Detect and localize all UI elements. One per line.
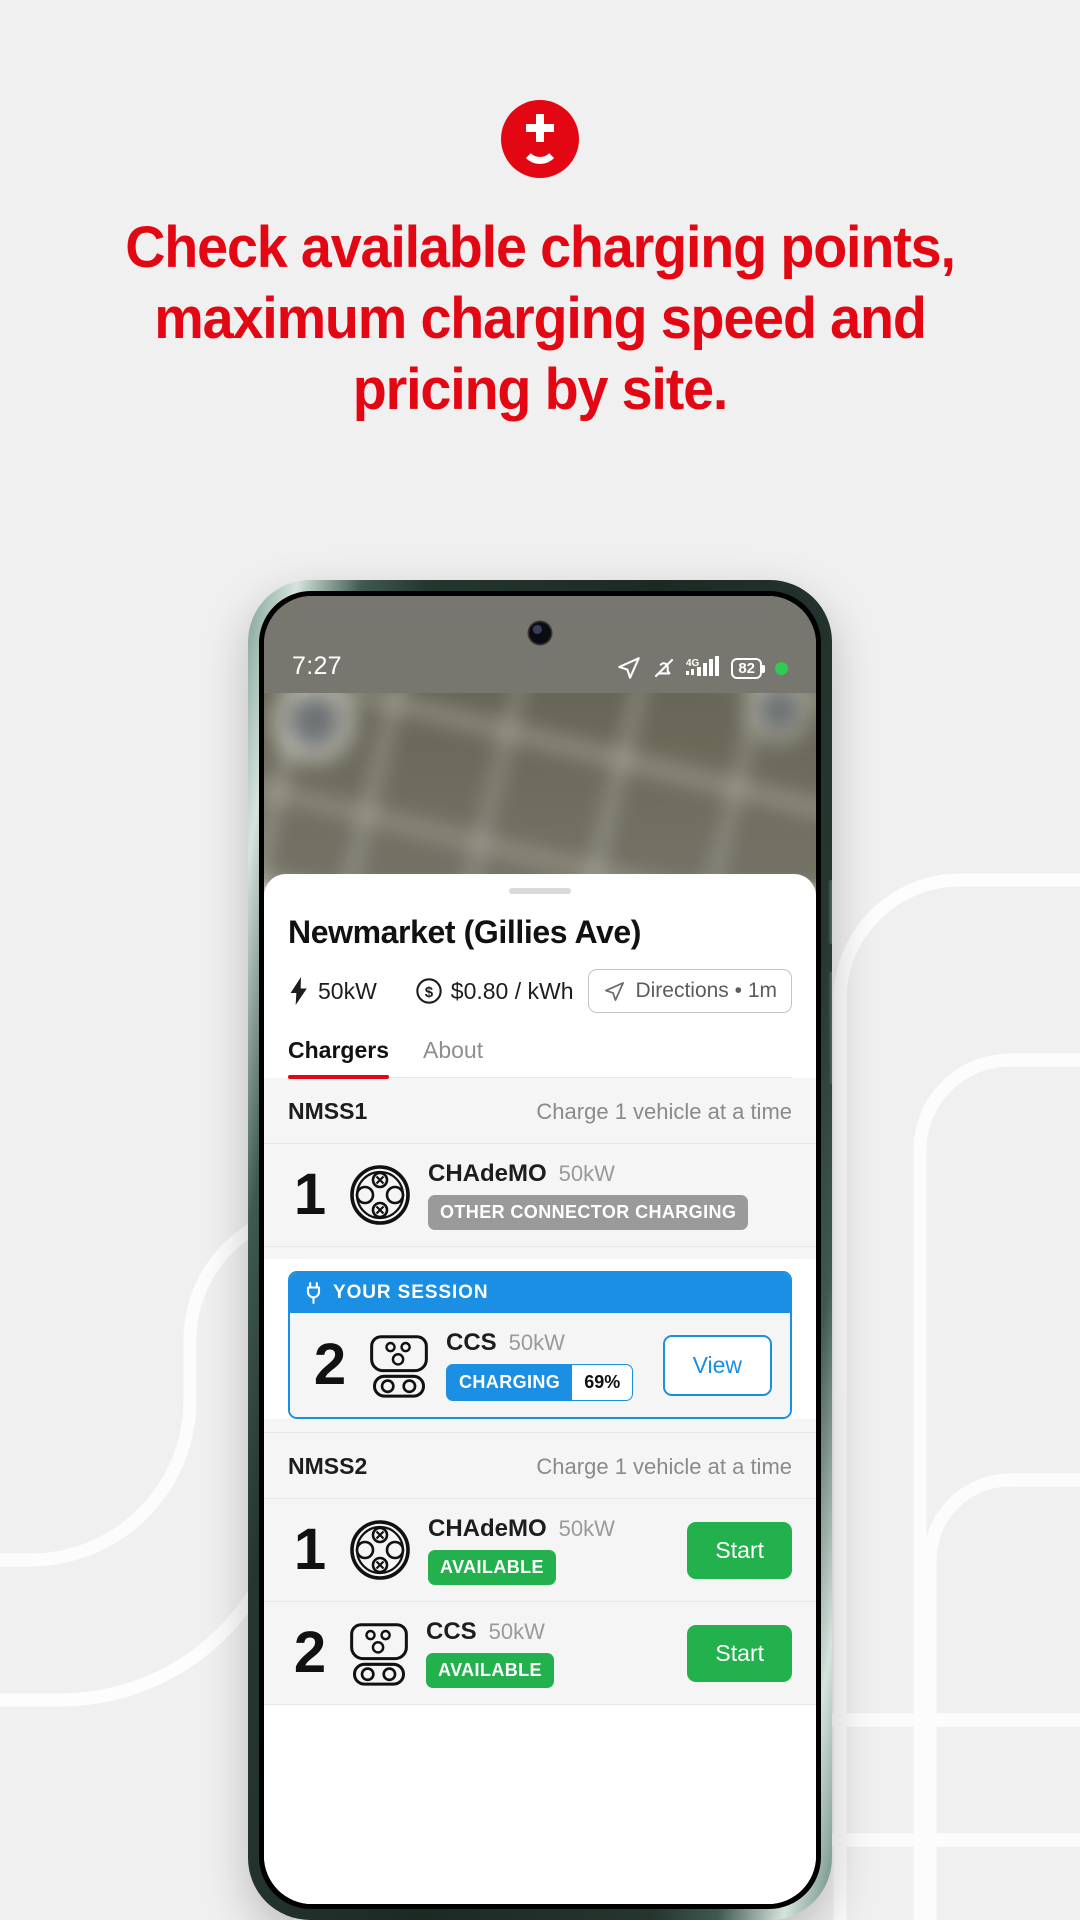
charger-title-line: CHAdeMO 50kW bbox=[428, 1515, 671, 1543]
dollar-circle-icon: $ bbox=[416, 978, 442, 1004]
page-headline: Check available charging points, maximum… bbox=[22, 212, 1059, 425]
headline-line-2: maximum charging speed and bbox=[154, 286, 927, 351]
directions-label: Directions • 1m bbox=[635, 979, 777, 1002]
session-charger-number: 2 bbox=[313, 1332, 347, 1397]
tab-chargers[interactable]: Chargers bbox=[288, 1037, 389, 1079]
charger-row[interactable]: 2 CCS 50kW AVAILABLE Start bbox=[264, 1602, 816, 1705]
connector-power: 50kW bbox=[558, 1516, 615, 1541]
status-icon-group: 4G 82 bbox=[616, 655, 788, 681]
view-session-button[interactable]: View bbox=[662, 1334, 772, 1396]
site-detail-sheet: Newmarket (Gillies Ave) 50kW $ $0.80 / k… bbox=[264, 874, 816, 1904]
charger-title-line: CHAdeMO 50kW bbox=[428, 1160, 792, 1188]
your-session-card[interactable]: YOUR SESSION 2 CCS 50kW CHARGING 69% Vie… bbox=[288, 1271, 792, 1419]
charger-row[interactable]: 1 CHAdeMO 50kW bbox=[264, 1499, 816, 1602]
logo-plus-horizontal bbox=[526, 124, 554, 132]
section-header-nmss2: NMSS2 Charge 1 vehicle at a time bbox=[264, 1433, 816, 1499]
session-top-spacer bbox=[264, 1247, 816, 1259]
headline-line-1: Check available charging points, bbox=[125, 215, 956, 280]
phone-volume-button[interactable] bbox=[828, 972, 832, 1084]
signal-bars-icon: 4G bbox=[686, 656, 720, 676]
price-meta: $ $0.80 / kWh bbox=[415, 977, 574, 1005]
green-status-dot-icon bbox=[775, 661, 788, 675]
battery-level-text: 82 bbox=[738, 659, 755, 677]
bolt-icon bbox=[290, 977, 307, 1005]
connector-power: 50kW bbox=[558, 1161, 615, 1186]
price-value: $0.80 / kWh bbox=[450, 977, 574, 1004]
chademo-connector-icon bbox=[350, 1165, 410, 1225]
section-header-nmss1: NMSS1 Charge 1 vehicle at a time bbox=[264, 1078, 816, 1144]
session-bottom-spacer bbox=[264, 1419, 816, 1433]
section-name: NMSS2 bbox=[288, 1453, 368, 1479]
battery-indicator: 82 bbox=[731, 657, 765, 679]
sheet-tabs: Chargers About bbox=[288, 1037, 792, 1079]
charger-info: CHAdeMO 50kW OTHER CONNECTOR CHARGING bbox=[428, 1160, 792, 1230]
front-camera-punch-hole bbox=[529, 622, 551, 644]
charger-number: 1 bbox=[293, 1162, 327, 1227]
power-value: 50kW bbox=[318, 977, 377, 1004]
status-badge: AVAILABLE bbox=[428, 1550, 556, 1585]
phone-mockup: 7:27 4G 82 Newmarket (Gillies Ave) 50kW … bbox=[248, 580, 832, 1920]
tab-about[interactable]: About bbox=[423, 1037, 483, 1077]
charging-percent: 69% bbox=[572, 1365, 633, 1400]
site-meta-row: 50kW $ $0.80 / kWh Directions • 1m bbox=[288, 969, 792, 1013]
charging-status-badge: CHARGING 69% bbox=[446, 1364, 634, 1401]
section-name: NMSS1 bbox=[288, 1098, 368, 1124]
your-session-label: YOUR SESSION bbox=[333, 1282, 489, 1303]
session-title-line: CCS 50kW bbox=[446, 1329, 647, 1357]
brand-logo bbox=[0, 100, 1080, 178]
charger-info: CHAdeMO 50kW AVAILABLE bbox=[428, 1515, 671, 1585]
charger-row[interactable]: 1 CHAdeMO 50kW bbox=[264, 1144, 816, 1247]
status-bar: 7:27 4G 82 bbox=[264, 596, 816, 693]
headline-line-3: pricing by site. bbox=[352, 357, 729, 422]
logo-smile-curve bbox=[520, 144, 560, 164]
start-charge-button[interactable]: Start bbox=[687, 1521, 792, 1579]
connector-name: CHAdeMO bbox=[428, 1515, 547, 1542]
section-note: Charge 1 vehicle at a time bbox=[536, 1453, 792, 1479]
connector-name: CHAdeMO bbox=[428, 1160, 547, 1187]
navigation-arrow-icon bbox=[605, 981, 625, 1001]
charger-info: CCS 50kW AVAILABLE bbox=[426, 1618, 671, 1688]
phone-bezel: 7:27 4G 82 Newmarket (Gillies Ave) 50kW … bbox=[259, 591, 821, 1909]
status-time: 7:27 bbox=[292, 652, 342, 680]
session-charger-info: CCS 50kW CHARGING 69% bbox=[446, 1329, 647, 1401]
your-session-body: 2 CCS 50kW CHARGING 69% View bbox=[290, 1313, 790, 1417]
charger-title-line: CCS 50kW bbox=[426, 1618, 671, 1646]
chademo-connector-icon bbox=[350, 1520, 410, 1580]
phone-screen: 7:27 4G 82 Newmarket (Gillies Ave) 50kW … bbox=[264, 596, 816, 1904]
ccs-connector-icon bbox=[370, 1335, 428, 1398]
connector-name: CCS bbox=[446, 1329, 497, 1356]
start-charge-button[interactable]: Start bbox=[687, 1624, 792, 1682]
charger-number: 1 bbox=[293, 1517, 327, 1582]
connector-name: CCS bbox=[426, 1618, 477, 1645]
svg-text:$: $ bbox=[425, 984, 434, 1001]
status-badge: AVAILABLE bbox=[426, 1653, 554, 1688]
ccs-connector-icon bbox=[350, 1623, 408, 1686]
connector-power: 50kW bbox=[508, 1330, 565, 1355]
phone-power-button[interactable] bbox=[828, 880, 832, 944]
charging-label: CHARGING bbox=[459, 1372, 561, 1392]
charger-number: 2 bbox=[293, 1620, 327, 1685]
section-note: Charge 1 vehicle at a time bbox=[536, 1098, 792, 1124]
power-meta: 50kW bbox=[288, 977, 377, 1005]
connector-power: 50kW bbox=[488, 1619, 545, 1644]
your-session-header: YOUR SESSION bbox=[290, 1273, 790, 1313]
directions-button[interactable]: Directions • 1m bbox=[588, 969, 792, 1013]
bell-muted-icon bbox=[654, 658, 674, 678]
plus-smile-logo-icon bbox=[501, 100, 579, 178]
status-badge: OTHER CONNECTOR CHARGING bbox=[428, 1195, 749, 1230]
sheet-grabber-handle[interactable] bbox=[509, 888, 571, 894]
location-arrow-icon bbox=[618, 657, 641, 679]
plug-icon bbox=[306, 1282, 321, 1304]
site-title: Newmarket (Gillies Ave) bbox=[288, 914, 642, 950]
